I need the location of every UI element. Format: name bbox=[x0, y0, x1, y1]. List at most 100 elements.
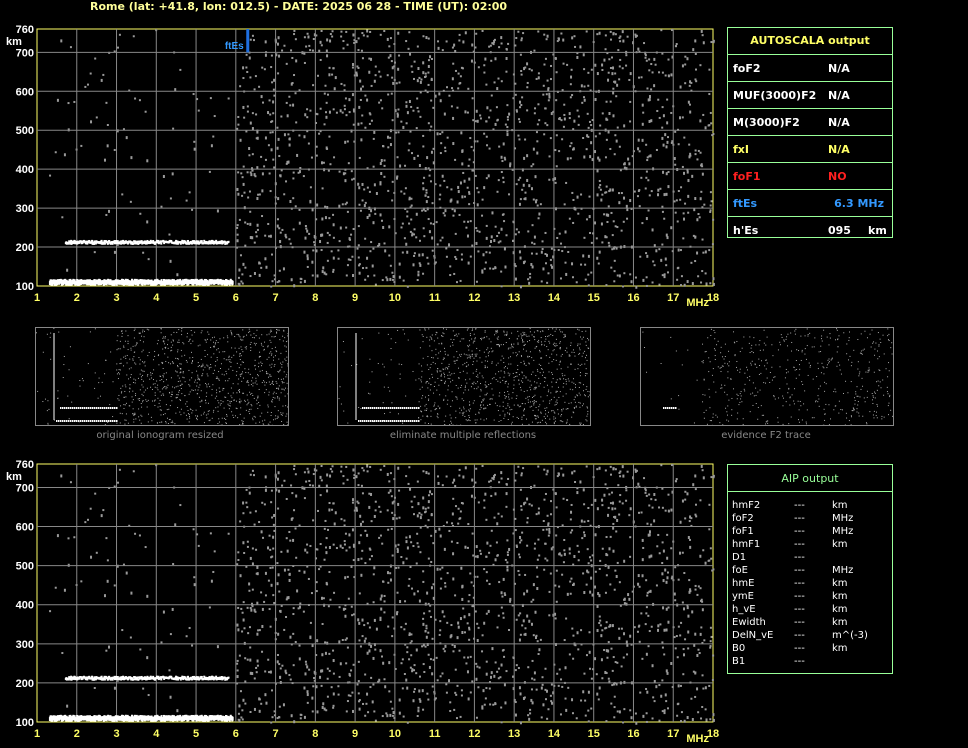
x-tick-label: 5 bbox=[193, 728, 199, 740]
x-tick-label: 15 bbox=[588, 292, 600, 304]
y-tick-label: 500 bbox=[16, 561, 34, 573]
y-tick-label: 200 bbox=[16, 678, 34, 690]
aip-row: Ewidth --- km bbox=[728, 617, 892, 630]
autoscala-label: MUF(3000)F2 bbox=[733, 89, 817, 102]
thumbnail-f2-trace bbox=[640, 327, 894, 426]
x-tick-label: 12 bbox=[468, 292, 480, 304]
x-tick-label: 8 bbox=[312, 292, 318, 304]
autoscala-row-h-es: h'Es 095 km bbox=[728, 217, 892, 243]
autoscala-row-fof1: foF1 NO bbox=[728, 163, 892, 190]
autoscala-label: foF1 bbox=[733, 170, 761, 183]
x-tick-label: 1 bbox=[34, 292, 40, 304]
x-tick-label: 1 bbox=[34, 728, 40, 740]
thumbnail-original bbox=[35, 327, 289, 426]
aip-param-name: Ewidth bbox=[732, 617, 766, 628]
aip-param-unit: MHz bbox=[832, 513, 854, 524]
aip-row: ymE --- km bbox=[728, 591, 892, 604]
y-tick-label: 400 bbox=[16, 164, 34, 176]
thumbnail-caption-no-multiple: eliminate multiple reflections bbox=[389, 430, 537, 441]
aip-param-name: B0 bbox=[732, 643, 746, 654]
y-tick-label: 300 bbox=[16, 639, 34, 651]
autoscala-label: M(3000)F2 bbox=[733, 116, 800, 129]
autoscala-row-fof2: foF2 N/A bbox=[728, 55, 892, 82]
aip-row: h_vE --- km bbox=[728, 604, 892, 617]
x-tick-label: 10 bbox=[389, 728, 401, 740]
x-tick-label: 17 bbox=[667, 728, 679, 740]
aip-param-unit: km bbox=[832, 500, 848, 511]
aip-param-value: --- bbox=[794, 526, 805, 537]
autoscala-value: N/A bbox=[828, 143, 850, 156]
autoscala-unit: km bbox=[868, 224, 887, 237]
aip-param-unit: km bbox=[832, 539, 848, 550]
y-tick-label: 100 bbox=[16, 717, 34, 729]
x-tick-label: 12 bbox=[468, 728, 480, 740]
x-tick-label: 7 bbox=[273, 728, 279, 740]
thumbnail-image bbox=[36, 328, 289, 426]
aip-param-value: --- bbox=[794, 630, 805, 641]
aip-row: hmE --- km bbox=[728, 578, 892, 591]
aip-param-unit: MHz bbox=[832, 565, 854, 576]
x-axis-label: MHz bbox=[686, 297, 709, 309]
aip-param-name: foF2 bbox=[732, 513, 754, 524]
x-tick-label: 13 bbox=[508, 728, 520, 740]
x-tick-label: 3 bbox=[113, 292, 119, 304]
aip-param-value: --- bbox=[794, 539, 805, 550]
aip-param-name: hmF1 bbox=[732, 539, 761, 550]
aip-param-value: --- bbox=[794, 578, 805, 589]
y-tick-label: 600 bbox=[16, 522, 34, 534]
x-tick-label: 11 bbox=[429, 292, 441, 304]
aip-param-name: foF1 bbox=[732, 526, 754, 537]
x-tick-label: 2 bbox=[74, 292, 80, 304]
aip-param-value: --- bbox=[794, 552, 805, 563]
x-tick-label: 4 bbox=[153, 728, 160, 740]
aip-param-value: --- bbox=[794, 513, 805, 524]
trace-1 bbox=[64, 239, 230, 245]
autoscala-label: foF2 bbox=[733, 62, 761, 75]
aip-row: DelN_vE --- m^(-3) bbox=[728, 630, 892, 643]
x-tick-label: 10 bbox=[389, 292, 401, 304]
aip-param-value: --- bbox=[794, 565, 805, 576]
trace-0 bbox=[48, 714, 234, 722]
x-tick-label: 7 bbox=[273, 292, 279, 304]
x-tick-label: 14 bbox=[548, 728, 561, 740]
ionogram-bottom-chart: 1 2 3 4 5 6 7 8 9 10 11 12 13 14 15 16 17 18MHz1002003004… bbox=[6, 459, 719, 745]
aip-panel: AIP output hmF2 --- km foF2 --- MHz foF1 --- MHz… bbox=[727, 464, 893, 674]
x-tick-label: 9 bbox=[352, 292, 358, 304]
y-tick-label: 600 bbox=[16, 86, 34, 98]
ftes-marker-label: ftEs bbox=[225, 41, 244, 52]
autoscala-row-ftes: ftEs 6.3 MHz bbox=[728, 190, 892, 217]
x-tick-label: 8 bbox=[312, 728, 318, 740]
y-axis-label: km bbox=[6, 36, 22, 48]
x-tick-label: 16 bbox=[627, 292, 639, 304]
autoscala-value: N/A bbox=[828, 62, 850, 75]
aip-param-name: B1 bbox=[732, 656, 746, 667]
autoscala-value: 6.3 MHz bbox=[834, 197, 884, 210]
x-tick-label: 11 bbox=[429, 728, 441, 740]
x-tick-label: 16 bbox=[627, 728, 639, 740]
autoscala-label: ftEs bbox=[733, 197, 758, 210]
autoscala-title: AUTOSCALA output bbox=[728, 28, 892, 55]
x-tick-label: 4 bbox=[153, 292, 160, 304]
x-tick-label: 6 bbox=[233, 728, 239, 740]
y-tick-label: 700 bbox=[16, 482, 34, 494]
aip-param-value: --- bbox=[794, 643, 805, 654]
autoscala-label: fxI bbox=[733, 143, 749, 156]
aip-param-name: hmF2 bbox=[732, 500, 761, 511]
aip-param-value: --- bbox=[794, 617, 805, 628]
aip-row: B1 --- bbox=[728, 656, 892, 669]
aip-row: foF1 --- MHz bbox=[728, 526, 892, 539]
aip-param-unit: km bbox=[832, 604, 848, 615]
autoscala-row-fxi: fxI N/A bbox=[728, 136, 892, 163]
autoscala-value: N/A bbox=[828, 116, 850, 129]
x-tick-label: 13 bbox=[508, 292, 520, 304]
x-tick-label: 2 bbox=[74, 728, 80, 740]
autoscala-value: 095 bbox=[828, 224, 851, 237]
autoscala-row-muf-3000-f2: MUF(3000)F2 N/A bbox=[728, 82, 892, 109]
aip-param-name: foE bbox=[732, 565, 748, 576]
x-tick-label: 17 bbox=[667, 292, 679, 304]
aip-param-name: DelN_vE bbox=[732, 630, 774, 641]
x-tick-label: 5 bbox=[193, 292, 199, 304]
y-tick-label: 700 bbox=[16, 47, 34, 59]
aip-param-value: --- bbox=[794, 604, 805, 615]
aip-param-unit: km bbox=[832, 578, 848, 589]
